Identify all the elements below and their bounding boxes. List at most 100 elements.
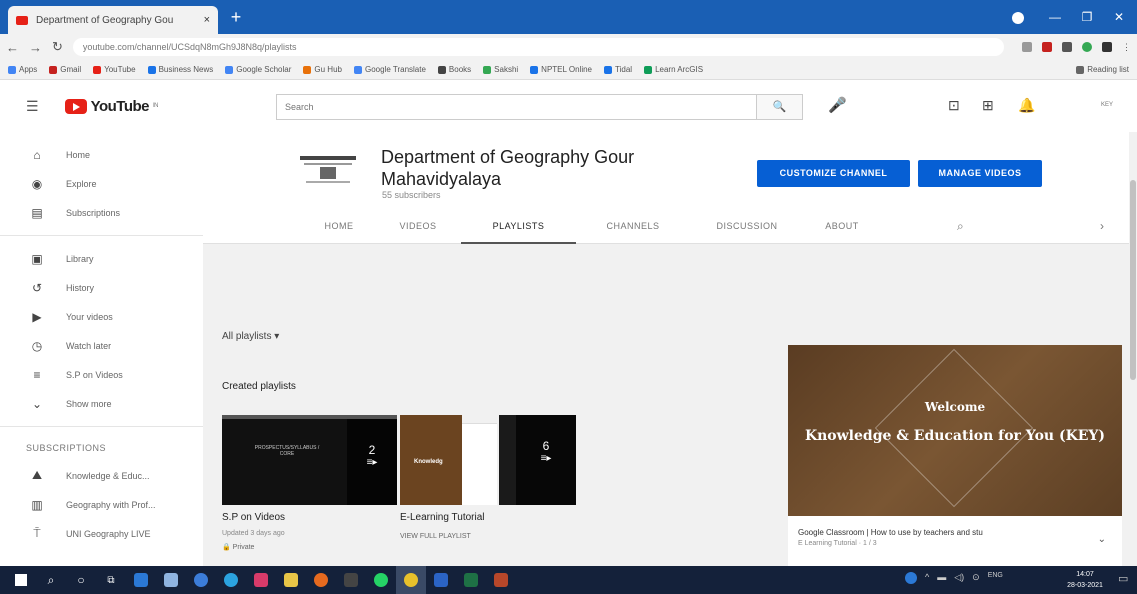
- taskbar-app[interactable]: [486, 566, 516, 594]
- hamburger-menu-icon[interactable]: ☰: [26, 98, 39, 115]
- chevron-up-icon[interactable]: ^: [925, 572, 929, 584]
- tray-app-icon[interactable]: [905, 572, 917, 584]
- channel-search-icon[interactable]: ⌕: [957, 219, 964, 234]
- sidebar-item-show-more[interactable]: ⌄ Show more: [0, 389, 203, 418]
- manage-videos-button[interactable]: MANAGE VIDEOS: [918, 160, 1042, 187]
- sidebar-item-watch-later[interactable]: ◷ Watch later: [0, 331, 203, 360]
- playlist-count-overlay: 6 ≡▸: [516, 415, 576, 505]
- close-window-button[interactable]: ✕: [1104, 7, 1134, 27]
- menu-icon[interactable]: ⋮: [1122, 42, 1131, 53]
- taskbar-app[interactable]: [456, 566, 486, 594]
- cortana-button[interactable]: ○: [66, 566, 96, 594]
- taskbar-app[interactable]: [276, 566, 306, 594]
- bookmark[interactable]: Books: [437, 65, 471, 74]
- bookmark[interactable]: Google Scholar: [225, 65, 291, 74]
- reload-icon[interactable]: ↻: [52, 39, 63, 55]
- puzzle-icon[interactable]: [1102, 42, 1112, 52]
- bookmark[interactable]: Google Translate: [353, 65, 426, 74]
- create-video-icon[interactable]: ⊡: [948, 97, 960, 114]
- tab-channels[interactable]: CHANNELS: [576, 210, 690, 244]
- taskbar-app[interactable]: [246, 566, 276, 594]
- taskbar-app[interactable]: [216, 566, 246, 594]
- bookmark[interactable]: Gu Hub: [303, 65, 342, 74]
- playlist-title[interactable]: E-Learning Tutorial: [400, 512, 485, 523]
- taskbar-app[interactable]: [366, 566, 396, 594]
- taskbar-app[interactable]: [156, 566, 186, 594]
- sidebar-item-explore[interactable]: ◉ Explore: [0, 169, 203, 198]
- tab-home[interactable]: HOME: [303, 210, 375, 244]
- bookmark[interactable]: Business News: [147, 65, 213, 74]
- sidebar-sub-knowledge[interactable]: ⛰ Knowledge & Educ...: [0, 461, 203, 490]
- chevron-down-icon: ⌄: [31, 396, 43, 411]
- language-indicator[interactable]: ENG: [988, 572, 1003, 584]
- playlist-title[interactable]: S.P on Videos: [222, 512, 285, 523]
- sidebar-sub-uni-geography[interactable]: ⍑ UNI Geography LIVE: [0, 519, 203, 548]
- sidebar-item-subscriptions[interactable]: ▤ Subscriptions: [0, 198, 203, 227]
- taskbar-app[interactable]: [426, 566, 456, 594]
- taskbar-app[interactable]: [336, 566, 366, 594]
- tab-close-button[interactable]: ×: [204, 14, 210, 26]
- start-button[interactable]: [6, 566, 36, 594]
- sidebar-item-library[interactable]: ▣ Library: [0, 244, 203, 273]
- sidebar-item-your-videos[interactable]: ▶ Your videos: [0, 302, 203, 331]
- new-tab-button[interactable]: +: [226, 8, 246, 28]
- search-button[interactable]: 🔍: [756, 95, 802, 119]
- bookmark[interactable]: NPTEL Online: [530, 65, 592, 74]
- search-input[interactable]: [277, 95, 756, 119]
- bookmark[interactable]: Sakshi: [483, 65, 518, 74]
- network-icon[interactable]: ⊙: [972, 572, 980, 584]
- sidebar-sub-geography[interactable]: ▥ Geography with Prof...: [0, 490, 203, 519]
- taskbar-app[interactable]: [126, 566, 156, 594]
- bookmark[interactable]: YouTube: [93, 65, 136, 74]
- playlist-thumbnail-sp-on-videos[interactable]: PROSPECTUS/SYLLABUS / CORE 2 ≡▸: [222, 415, 397, 505]
- maximize-button[interactable]: ❐: [1072, 7, 1102, 27]
- sidebar-item-history[interactable]: ↺ History: [0, 273, 203, 302]
- playlist-thumbnail[interactable]: 6 ≡▸: [499, 415, 576, 505]
- profile-icon[interactable]: [1012, 12, 1024, 24]
- tab-discussion[interactable]: DISCUSSION: [690, 210, 804, 244]
- tab-playlists[interactable]: PLAYLISTS: [461, 210, 576, 244]
- playlist-thumbnail-e-learning[interactable]: Knowledg: [400, 415, 462, 505]
- extension-icon[interactable]: [1062, 42, 1072, 52]
- featured-video-title[interactable]: Google Classroom | How to use by teacher…: [798, 528, 1088, 537]
- taskbar-app[interactable]: [306, 566, 336, 594]
- extension-icon[interactable]: [1082, 42, 1092, 52]
- mic-icon[interactable]: 🎤: [828, 96, 847, 114]
- channel-avatar[interactable]: [290, 148, 366, 188]
- scrollbar-thumb[interactable]: [1130, 180, 1136, 380]
- sidebar-item-sp-on-videos[interactable]: ≡ S.P on Videos: [0, 360, 203, 389]
- notifications-icon[interactable]: ▭: [1118, 572, 1128, 585]
- browser-tab[interactable]: Department of Geography Gou ×: [8, 6, 218, 34]
- bookmark[interactable]: Learn ArcGIS: [644, 65, 703, 74]
- extension-icon[interactable]: [1042, 42, 1052, 52]
- bookmark[interactable]: Apps: [8, 65, 37, 74]
- tab-about[interactable]: ABOUT: [804, 210, 880, 244]
- task-view-button[interactable]: ⧉: [96, 566, 126, 594]
- reading-list[interactable]: Reading list: [1076, 65, 1129, 74]
- all-playlists-dropdown[interactable]: All playlists ▾: [222, 331, 279, 342]
- address-bar[interactable]: youtube.com/channel/UCSdqN8mGh9J8N8q/pla…: [72, 38, 1004, 56]
- search-taskbar-button[interactable]: ⌕: [36, 566, 66, 594]
- apps-grid-icon[interactable]: ⊞: [982, 97, 994, 114]
- notifications-bell-icon[interactable]: 🔔: [1018, 97, 1035, 114]
- taskbar-app-chrome[interactable]: [396, 566, 426, 594]
- forward-icon[interactable]: →: [29, 40, 42, 55]
- battery-icon[interactable]: ▬: [937, 572, 946, 584]
- back-icon[interactable]: ←: [6, 40, 19, 55]
- bookmark[interactable]: Gmail: [49, 65, 81, 74]
- youtube-logo[interactable]: YouTube IN: [64, 98, 159, 115]
- sidebar-item-home[interactable]: ⌂ Home: [0, 140, 203, 169]
- taskbar-clock[interactable]: 14:07 28-03-2021: [1065, 569, 1105, 591]
- sidebar-divider: [0, 426, 203, 427]
- account-avatar[interactable]: KEY: [1094, 95, 1120, 115]
- bookmark[interactable]: Tidal: [604, 65, 632, 74]
- volume-icon[interactable]: ◁): [954, 572, 964, 584]
- expand-icon[interactable]: ⌄: [1098, 534, 1106, 545]
- taskbar-app[interactable]: [186, 566, 216, 594]
- tab-videos[interactable]: VIDEOS: [375, 210, 461, 244]
- customize-channel-button[interactable]: CUSTOMIZE CHANNEL: [757, 160, 910, 187]
- chevron-right-icon[interactable]: ›: [1100, 219, 1104, 233]
- minimize-button[interactable]: —: [1040, 7, 1070, 27]
- star-icon[interactable]: [1022, 42, 1032, 52]
- view-full-playlist-link[interactable]: VIEW FULL PLAYLIST: [400, 533, 471, 540]
